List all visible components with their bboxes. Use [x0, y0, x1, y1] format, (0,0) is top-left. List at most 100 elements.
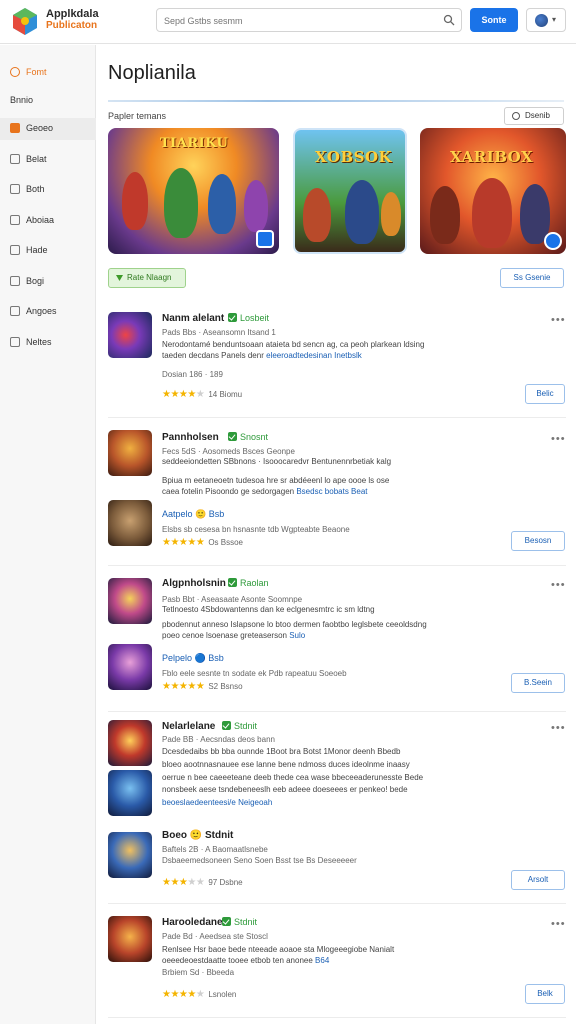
verified-text: Losbeit — [240, 313, 270, 323]
sidebar-item-9[interactable]: Angoes — [0, 301, 96, 323]
search-button[interactable]: Sonte — [470, 8, 518, 32]
search-box[interactable] — [156, 8, 462, 32]
action-button[interactable]: B.Seein — [511, 673, 565, 693]
hero-figure — [381, 192, 401, 236]
banner-title: TIARIKU — [160, 136, 229, 151]
list-item[interactable]: Nanm alelant Losbeit ••• Pads Bbs · Asea… — [108, 300, 566, 418]
category-icon — [10, 215, 20, 225]
sort-button[interactable]: Ss Gsenie — [500, 268, 564, 288]
app-description-line2: Bpiua m eetaneoetn tudesoa hre sr abdéee… — [162, 476, 390, 485]
rating-count: 97 Dsbne — [208, 878, 243, 887]
section-filter-button[interactable]: Dsenib — [504, 107, 564, 125]
list-item[interactable]: Pannholsen Snosnt ••• Fecs 5dS · Aosomed… — [108, 418, 566, 566]
app-description: Tetlnoesto 4Sbdowantenns dan ke eclgenes… — [162, 605, 375, 614]
verified-label: Losbeit — [228, 313, 269, 323]
app-name[interactable]: Algpnholsnin — [162, 578, 226, 589]
sidebar-item-label: Bogi — [26, 276, 45, 286]
app-icon[interactable] — [108, 578, 152, 624]
search-icon — [512, 112, 520, 120]
language-selector[interactable]: ▾ — [526, 8, 566, 32]
desc-link[interactable]: B64 — [315, 956, 329, 965]
desc-link[interactable]: Sulo — [289, 631, 305, 640]
app-icon[interactable] — [108, 312, 152, 358]
related-app-title[interactable]: Aatpelo 🙂 Bsb — [162, 509, 224, 520]
app-description-line3: caea fotelin Pisoondo ge sedorgagen Bsed… — [162, 486, 522, 497]
sidebar-item-6[interactable]: Aboiaa — [0, 210, 96, 232]
hero-figure — [244, 180, 268, 232]
sidebar-item-10[interactable]: Neltes — [0, 332, 96, 354]
rating-stars: ★★★★★ 97 Dsbne — [162, 877, 243, 888]
brand-title: Applkdala — [46, 8, 99, 20]
app-description-line2: pbodennut anneso Islapsone lo btoo derme… — [162, 620, 427, 629]
rating-count: S2 Bsnso — [208, 682, 243, 691]
verified-text: Stdnit — [234, 917, 258, 927]
desc-link[interactable]: eleeroadtedesinan Inetbslk — [266, 351, 362, 360]
sidebar-item-5[interactable]: Both — [0, 179, 96, 201]
app-name[interactable]: Nanm alelant — [162, 313, 224, 324]
verified-badge-icon — [256, 230, 274, 248]
action-button[interactable]: Belic — [525, 384, 565, 404]
sidebar-item-home[interactable]: Fomt — [0, 62, 96, 84]
app-icon[interactable] — [108, 720, 152, 766]
rating-stars: ★★★★★ Lsnolen — [162, 989, 237, 1000]
related-app-desc: Fblo eele sesnte tn sodate ek Pdb rapeat… — [162, 669, 347, 678]
app-meta: Pade Bd · Aeedsea ste Stoscl — [162, 932, 268, 941]
featured-banner-3[interactable]: XARIBOX — [420, 128, 566, 254]
more-options-icon[interactable]: ••• — [551, 722, 566, 734]
verified-label: Raolan — [228, 578, 269, 588]
app-name[interactable]: Harooledane — [162, 917, 223, 928]
verified-badge-icon — [544, 232, 562, 250]
featured-banner-2[interactable]: XOBSOK — [293, 128, 407, 254]
app-icon[interactable] — [108, 430, 152, 476]
filter-chip[interactable]: Rate Nlaagn — [108, 268, 186, 288]
list-item[interactable]: Harooledane Stdnit ••• Pade Bd · Aeedsea… — [108, 904, 566, 1018]
chevron-down-icon: ▾ — [552, 15, 557, 24]
app-meta: Fecs 5dS · Aosomeds Bsces Geonpe — [162, 447, 295, 456]
sidebar-item-8[interactable]: Bogi — [0, 271, 96, 293]
hero-figure — [122, 172, 148, 230]
app-logo-icon[interactable] — [10, 6, 40, 36]
action-button[interactable]: Belk — [525, 984, 565, 1004]
list-item[interactable]: Algpnholsnin Raolan ••• Pasb Bbt · Aseas… — [108, 566, 566, 712]
more-options-icon[interactable]: ••• — [551, 433, 566, 445]
desc-text: oeeedeoestdaatte tooee etbob ten anonee — [162, 956, 313, 965]
filter-icon — [116, 275, 123, 281]
featured-banner-1[interactable]: TIARIKU — [108, 128, 279, 254]
brand-subtitle: Publicaton — [46, 20, 98, 31]
app-description-line2: bloeo aootnnasnauee ese lanne bene ndmos… — [162, 760, 410, 769]
sidebar-item-label: Geoeo — [26, 123, 54, 133]
more-options-icon[interactable]: ••• — [551, 314, 566, 326]
app-icon-secondary[interactable] — [108, 500, 152, 546]
search-input[interactable] — [164, 14, 434, 27]
sidebar-item-label: Both — [26, 184, 45, 194]
list-item[interactable]: Nelarlelane Stdnit ••• Pade BB · Aecsnda… — [108, 712, 566, 904]
desc-link[interactable]: Bsedsc bobats Beat — [296, 487, 367, 496]
rating-count: Os Bssoe — [208, 538, 244, 547]
app-description: Nerodontamé benduntsoaan ataieta bd senc… — [162, 340, 425, 349]
desc-link[interactable]: beoeslaedeenteesi/e Neigeoah — [162, 798, 272, 807]
app-name[interactable]: Nelarlelane — [162, 721, 215, 732]
app-description: Renlsee Hsr baoe bede nteeade aoaoe sta … — [162, 945, 395, 954]
more-options-icon[interactable]: ••• — [551, 579, 566, 591]
category-icon — [10, 154, 20, 164]
app-icon[interactable] — [108, 916, 152, 962]
verified-text: Raolan — [240, 578, 269, 588]
search-icon[interactable] — [443, 14, 455, 26]
sidebar-item-7[interactable]: Hade — [0, 240, 96, 262]
brand-name[interactable]: Applkdala Publicaton — [46, 8, 99, 32]
app-name[interactable]: Pannholsen — [162, 432, 219, 443]
more-options-icon[interactable]: ••• — [551, 918, 566, 930]
banner-title: XOBSOK — [315, 148, 393, 166]
app-icon-tertiary[interactable] — [108, 832, 152, 878]
related-app-title[interactable]: Pelpelo 🔵 Bsb — [162, 653, 224, 664]
sidebar-item-browse[interactable]: Bnnio — [0, 90, 96, 112]
app-icon-secondary[interactable] — [108, 770, 152, 816]
action-button[interactable]: Besosn — [511, 531, 565, 551]
action-button[interactable]: Arsolt — [511, 870, 565, 890]
related-app-title[interactable]: Boeo 🙂 Stdnit — [162, 830, 233, 841]
sidebar-item-games[interactable]: Geoeo — [0, 118, 96, 140]
related-app-desc: Dsbaeemedsoneen Seno Soen Bsst tse Bs De… — [162, 856, 357, 865]
app-description-line2: oeeedeoestdaatte tooee etbob ten anonee … — [162, 955, 522, 966]
sidebar-item-4[interactable]: Belat — [0, 149, 96, 171]
app-icon-secondary[interactable] — [108, 644, 152, 690]
